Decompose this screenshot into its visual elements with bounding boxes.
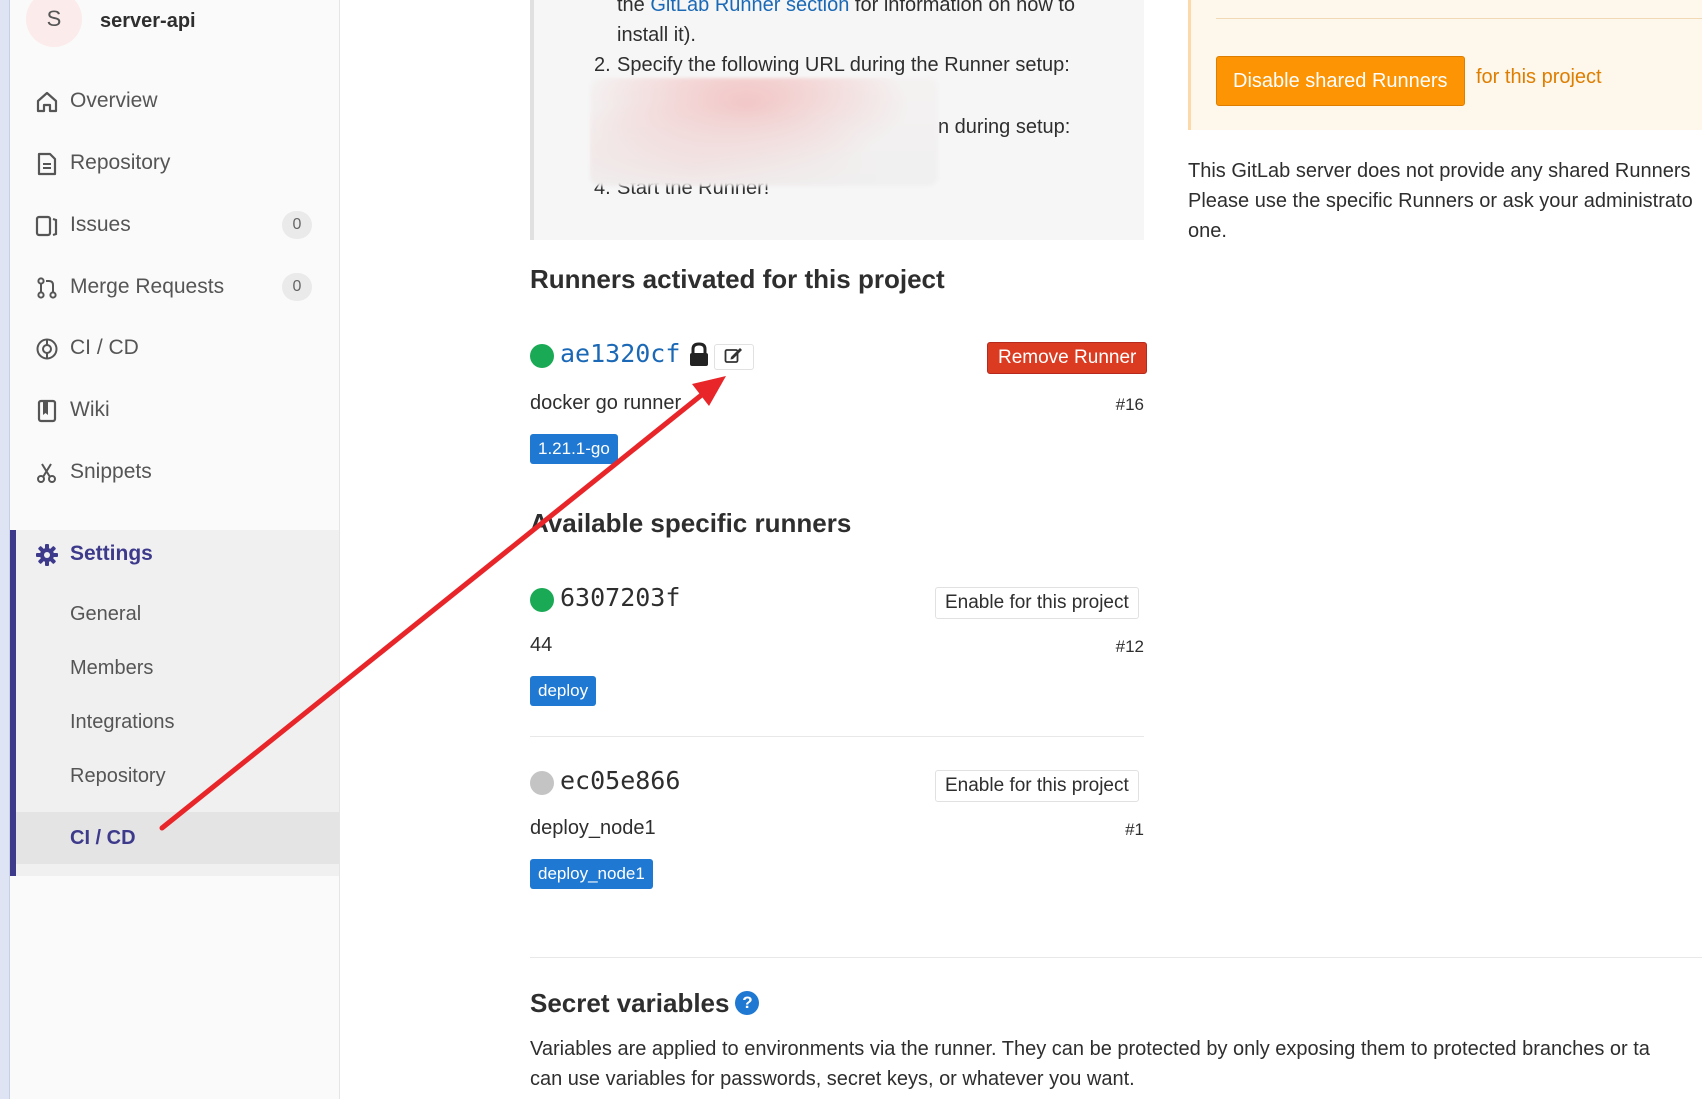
available-runners-heading: Available specific runners	[530, 508, 852, 538]
enable-runner-button[interactable]: Enable for this project	[935, 587, 1139, 619]
project-avatar: S	[26, 0, 82, 47]
sidebar-item-merge-requests[interactable]: Merge Requests 0	[10, 263, 339, 311]
home-icon	[34, 89, 60, 115]
runner-tag: deploy_node1	[530, 859, 653, 889]
sidebar-item-label: Settings	[70, 542, 153, 565]
ci-cd-icon	[34, 336, 60, 362]
settings-subitem-label: CI / CD	[70, 826, 136, 849]
gitlab-runner-section-link[interactable]: GitLab Runner section	[650, 0, 849, 16]
scissors-icon	[34, 460, 60, 486]
install-line-1: the GitLab Runner section for informatio…	[617, 0, 1075, 17]
settings-subitem-label: Integrations	[70, 710, 175, 733]
runner-tag: deploy	[530, 676, 597, 706]
install-line-2: install it).	[617, 24, 696, 46]
sidebar-item-label: Issues	[70, 213, 131, 236]
redacted-registration-info	[590, 78, 938, 186]
sidebar-item-label: Merge Requests	[70, 275, 225, 298]
enable-runner-button[interactable]: Enable for this project	[935, 770, 1139, 802]
shared-runners-suffix: for this project	[1476, 66, 1602, 88]
document-icon	[34, 151, 60, 177]
issues-icon	[34, 213, 60, 239]
sidebar-item-label: Repository	[70, 151, 171, 174]
runner-description: docker go runner	[530, 392, 682, 414]
sidebar-item-repository[interactable]: Repository	[10, 139, 339, 187]
window-edge-strip	[0, 0, 10, 1099]
runner-status-online-dot	[530, 588, 554, 612]
merge-request-icon	[34, 275, 60, 301]
settings-subitem-label: General	[70, 602, 142, 625]
settings-subitem-repository[interactable]: Repository	[16, 750, 339, 802]
settings-subitem-general[interactable]: General	[16, 588, 339, 640]
edit-runner-button[interactable]	[714, 344, 754, 370]
secret-variables-description: Variables are applied to environments vi…	[530, 1038, 1650, 1090]
runner-status-offline-dot	[530, 771, 554, 795]
lock-icon	[688, 342, 710, 373]
sidebar-item-label: Snippets	[70, 460, 152, 483]
runner-token: 6307203f	[560, 583, 681, 612]
sidebar-item-label: Wiki	[70, 398, 110, 421]
install-step-2: Specify the following URL during the Run…	[617, 54, 1070, 76]
gear-icon	[34, 542, 60, 568]
runner-token-link[interactable]: ae1320cf	[560, 339, 680, 368]
runner-token: ec05e866	[560, 766, 681, 795]
sidebar-item-ci-cd[interactable]: CI / CD	[10, 324, 339, 372]
shared-runners-info: This GitLab server does not provide any …	[1188, 160, 1693, 242]
runner-description: deploy_node1	[530, 817, 656, 839]
sidebar-item-issues[interactable]: Issues 0	[10, 201, 339, 249]
sidebar-item-wiki[interactable]: Wiki	[10, 386, 339, 434]
sidebar-item-snippets[interactable]: Snippets	[10, 448, 339, 496]
settings-subitem-integrations[interactable]: Integrations	[16, 696, 339, 748]
settings-subitem-members[interactable]: Members	[16, 642, 339, 694]
install-step-3-tail: n during setup:	[938, 116, 1071, 138]
project-header[interactable]: S server-api	[26, 0, 196, 50]
project-name: server-api	[100, 9, 196, 32]
shared-panel-divider	[1216, 18, 1702, 19]
runner-tag: 1.21.1-go	[530, 434, 618, 464]
runner-id: #12	[1115, 637, 1144, 656]
help-icon[interactable]: ?	[735, 991, 760, 1016]
secret-variables-heading: Secret variables?	[530, 988, 760, 1019]
remove-runner-button[interactable]: Remove Runner	[987, 342, 1148, 374]
sidebar-item-label: Overview	[70, 89, 158, 112]
sidebar-item-overview[interactable]: Overview	[10, 77, 339, 125]
runner-divider	[530, 736, 1144, 737]
runner-id: #16	[1115, 395, 1144, 414]
runner-id: #1	[1125, 820, 1144, 839]
book-icon	[34, 398, 60, 424]
edit-icon	[724, 346, 744, 369]
runner-description: 44	[530, 634, 553, 656]
sidebar-item-label: CI / CD	[70, 336, 139, 359]
settings-subitem-ci-cd[interactable]: CI / CD	[16, 812, 339, 864]
settings-subitem-label: Repository	[70, 764, 166, 787]
sidebar-item-settings[interactable]: Settings	[16, 530, 339, 578]
issues-count-badge: 0	[282, 211, 312, 239]
section-divider	[530, 957, 1702, 958]
install-step-2-number: 2.	[594, 54, 611, 76]
project-sidebar: S server-api Overview Repository Issues …	[10, 0, 340, 1099]
runner-status-online-dot	[530, 344, 554, 368]
settings-subitem-label: Members	[70, 656, 154, 679]
activated-runners-heading: Runners activated for this project	[530, 264, 945, 294]
disable-shared-runners-button[interactable]: Disable shared Runners	[1216, 56, 1465, 106]
merge-requests-count-badge: 0	[282, 273, 312, 301]
settings-section: Settings General Members Integrations Re…	[10, 530, 339, 876]
